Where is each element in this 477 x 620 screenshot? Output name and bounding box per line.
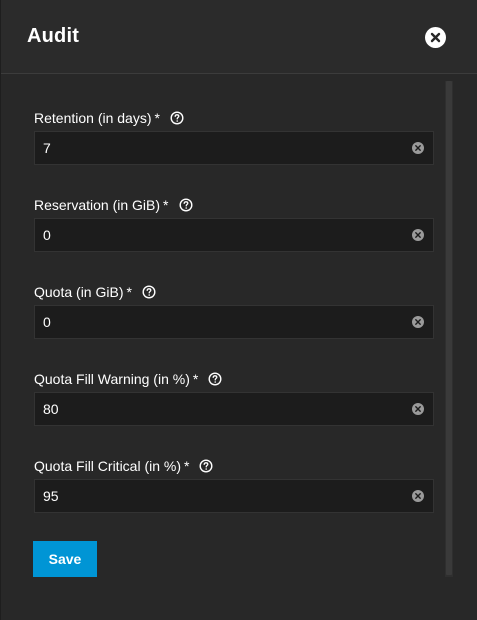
quota-input-box [34, 305, 434, 339]
dialog-title: Audit [27, 25, 80, 47]
clear-input-icon[interactable] [412, 229, 424, 241]
retention-input[interactable] [35, 132, 395, 164]
quota-field: Quota (in GiB) * [34, 282, 434, 369]
field-label-row: Quota Fill Warning (in %) * [34, 369, 434, 389]
quota-fill-warning-input[interactable] [35, 393, 395, 425]
scrollbar-thumb[interactable] [446, 81, 452, 575]
quota-fill-warning-field: Quota Fill Warning (in %) * [34, 369, 434, 456]
reservation-field: Reservation (in GiB) * [34, 195, 434, 282]
field-label-row: Quota (in GiB) * [34, 282, 434, 302]
clear-input-icon[interactable] [412, 403, 424, 415]
help-icon[interactable] [199, 459, 213, 473]
quota-fill-critical-input-box [34, 479, 434, 513]
required-marker: * [154, 110, 160, 126]
quota-fill-critical-field: Quota Fill Critical (in %) * [34, 456, 434, 543]
retention-field: Retention (in days) * [34, 108, 434, 195]
help-icon[interactable] [178, 198, 193, 212]
quota-fill-critical-label: Quota Fill Critical (in %) [34, 458, 182, 474]
close-button[interactable] [425, 27, 446, 48]
audit-form: Retention (in days) * 7 Reservation (in … [34, 108, 434, 543]
required-marker: * [163, 197, 169, 213]
required-marker: * [192, 371, 199, 387]
required-marker: * [184, 458, 190, 474]
clear-input-icon[interactable] [412, 142, 424, 154]
help-icon[interactable] [208, 372, 222, 386]
help-icon[interactable] [142, 285, 156, 299]
close-icon [425, 27, 446, 48]
retention-input-box [34, 131, 434, 165]
quota-input[interactable] [35, 306, 395, 338]
dialog-header: Audit [1, 0, 477, 74]
clear-input-icon[interactable] [412, 316, 424, 328]
quota-fill-warning-input-box [34, 392, 434, 426]
quota-label: Quota (in GiB) [34, 284, 124, 300]
required-marker: * [126, 284, 132, 300]
field-label-row: Reservation (in GiB) * [34, 195, 434, 215]
quota-fill-critical-input[interactable] [35, 480, 395, 512]
retention-label: Retention (in days) [34, 110, 152, 126]
clear-input-icon[interactable] [412, 490, 424, 502]
audit-dialog: Audit Retention (in days) * 7 Reservatio… [0, 0, 477, 620]
field-label-row: Retention (in days) * [34, 108, 434, 128]
quota-fill-warning-label: Quota Fill Warning (in %) [34, 371, 190, 387]
reservation-label: Reservation (in GiB) [34, 197, 161, 213]
field-label-row: Quota Fill Critical (in %) * [34, 456, 434, 476]
reservation-input-box [34, 218, 434, 252]
reservation-input[interactable] [35, 219, 395, 251]
save-button[interactable]: Save [33, 541, 97, 577]
scrollbar[interactable] [445, 81, 453, 577]
help-icon[interactable] [170, 111, 184, 125]
